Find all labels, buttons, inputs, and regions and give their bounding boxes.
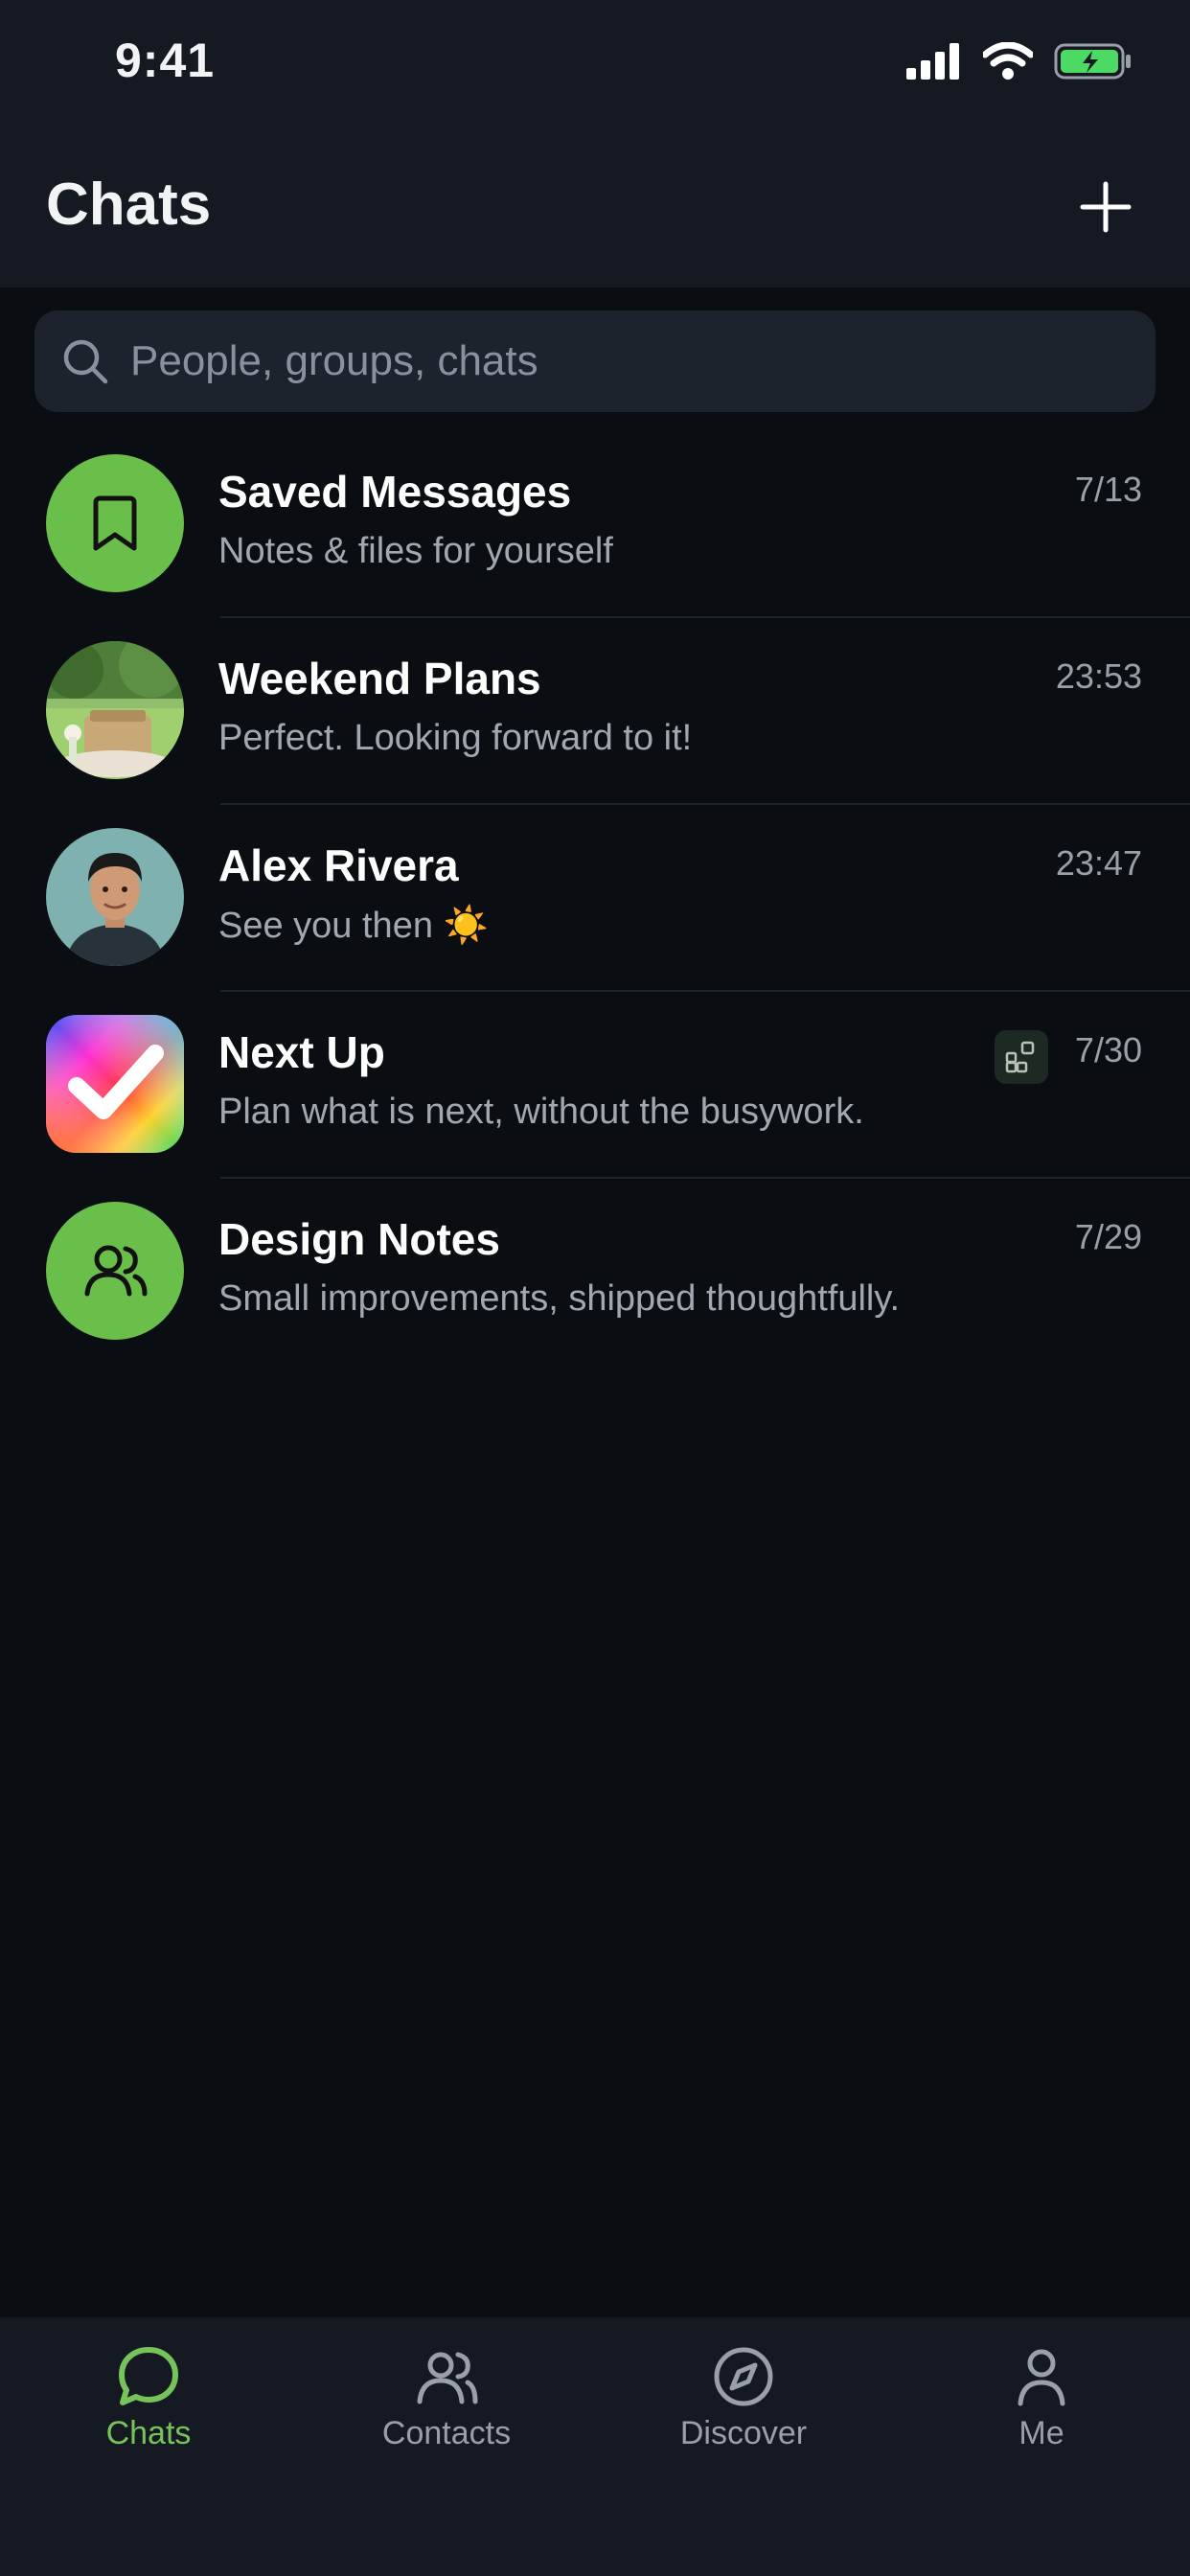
search-icon	[63, 339, 108, 384]
chat-preview: Perfect. Looking forward to it!	[218, 718, 693, 758]
plus-icon[interactable]	[1075, 176, 1136, 238]
group-icon	[84, 1245, 148, 1297]
tab-chats[interactable]: Chats	[53, 2342, 244, 2452]
battery-icon	[1054, 43, 1131, 80]
chat-preview: See you then ☀️	[218, 906, 489, 946]
chat-time: 7/30	[1074, 1030, 1142, 1070]
avatar	[46, 1202, 184, 1340]
bookmark-icon	[93, 495, 137, 551]
chat-name: Saved Messages	[218, 467, 572, 517]
contacts-icon	[417, 2352, 478, 2404]
tab-me[interactable]: Me	[946, 2342, 1137, 2452]
top-bar: 9:41 Chats	[0, 0, 1190, 288]
picnic-photo	[46, 641, 184, 779]
avatar	[46, 828, 184, 966]
status-icons	[906, 42, 1133, 80]
tab-contacts[interactable]: Contacts	[351, 2342, 542, 2452]
checkmark-app-icon	[46, 1015, 184, 1153]
chat-time: 23:47	[1055, 843, 1142, 883]
person-icon	[1018, 2349, 1065, 2406]
tab-bar: Chats Contacts Discover Me	[0, 2317, 1190, 2576]
chat-row-next-up[interactable]: Next Up Plan what is next, without the b…	[0, 992, 1190, 1179]
chat-bubble-icon	[119, 2347, 178, 2405]
chat-row-design-notes[interactable]: Design Notes Small improvements, shipped…	[0, 1179, 1190, 1366]
mini-app-icon	[995, 1030, 1048, 1084]
wifi-icon	[983, 42, 1033, 80]
chat-time: 23:53	[1055, 656, 1142, 696]
avatar	[46, 641, 184, 779]
tab-discover[interactable]: Discover	[648, 2342, 839, 2452]
status-time: 9:41	[115, 34, 216, 87]
chat-preview: Plan what is next, without the busywork.	[218, 1092, 864, 1132]
chat-name: Alex Rivera	[218, 840, 459, 890]
tab-label: Discover	[679, 2415, 808, 2451]
tab-label: Chats	[105, 2415, 192, 2451]
chat-time: 7/13	[1074, 470, 1142, 509]
chat-list: Saved Messages Notes & files for yoursel…	[0, 431, 1190, 1366]
search-input[interactable]	[128, 336, 1110, 386]
chat-row-saved-messages[interactable]: Saved Messages Notes & files for yoursel…	[0, 431, 1190, 618]
person-photo	[46, 828, 184, 966]
chat-preview: Notes & files for yourself	[218, 531, 613, 571]
avatar	[46, 1015, 184, 1153]
tab-label: Me	[1018, 2415, 1064, 2451]
chat-name: Weekend Plans	[218, 654, 541, 703]
search-bar[interactable]	[34, 310, 1156, 412]
chat-row-alex-rivera[interactable]: Alex Rivera See you then ☀️ 23:47	[0, 805, 1190, 992]
chat-preview: Small improvements, shipped thoughtfully…	[218, 1278, 901, 1319]
chat-time: 7/29	[1074, 1217, 1142, 1256]
chat-name: Design Notes	[218, 1214, 500, 1264]
compass-icon	[714, 2347, 773, 2406]
chat-name: Next Up	[218, 1027, 385, 1077]
signal-icon	[906, 43, 959, 80]
tab-label: Contacts	[381, 2415, 512, 2451]
chat-row-weekend-plans[interactable]: Weekend Plans Perfect. Looking forward t…	[0, 618, 1190, 805]
page-title: Chats	[46, 172, 212, 238]
avatar	[46, 454, 184, 592]
